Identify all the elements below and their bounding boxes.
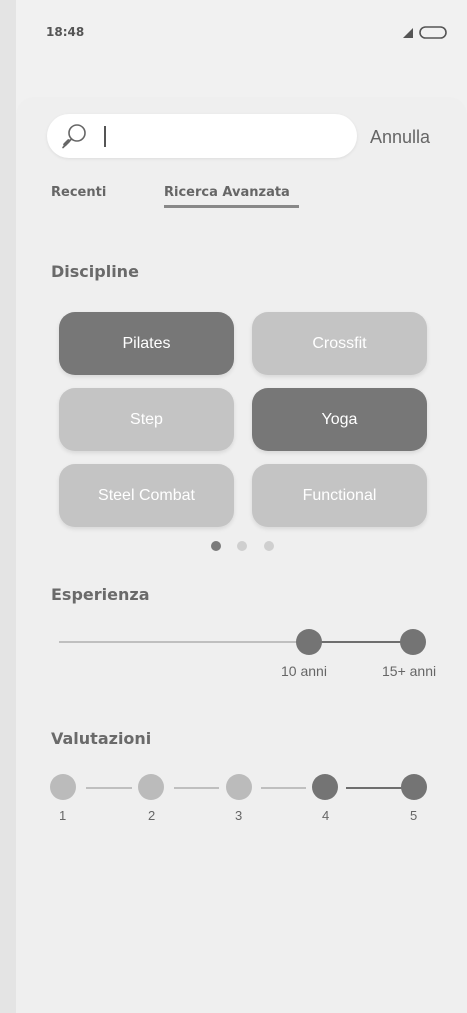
discipline-chip-functional[interactable]: Functional (252, 464, 427, 527)
rating-option-3[interactable] (226, 774, 252, 800)
experience-track (59, 641, 309, 643)
tab-advanced-search[interactable]: Ricerca Avanzata (164, 185, 290, 200)
rating-option-4[interactable] (312, 774, 338, 800)
ratings-title: Valutazioni (51, 729, 152, 748)
text-cursor (104, 126, 106, 147)
signal-battery-icon (403, 26, 447, 39)
discipline-chip-pilates[interactable]: Pilates (59, 312, 234, 375)
rating-connector-1-2 (86, 787, 132, 789)
experience-selected-range (309, 641, 413, 643)
experience-title: Esperienza (51, 585, 150, 604)
experience-max-handle[interactable] (400, 629, 426, 655)
page-dot-1[interactable] (211, 541, 221, 551)
discipline-chip-crossfit[interactable]: Crossfit (252, 312, 427, 375)
page-dot-3[interactable] (264, 541, 274, 551)
search-input[interactable] (47, 114, 357, 158)
experience-min-label: 10 anni (281, 663, 327, 679)
search-sheet: Annulla Recenti Ricerca Avanzata Discipl… (16, 97, 467, 1013)
experience-min-handle[interactable] (296, 629, 322, 655)
rating-option-1[interactable] (50, 774, 76, 800)
rating-label-1: 1 (59, 808, 67, 823)
rating-connector-2-3 (174, 787, 219, 789)
rating-label-3: 3 (235, 808, 243, 823)
page-dot-2[interactable] (237, 541, 247, 551)
discipline-chip-steel-combat[interactable]: Steel Combat (59, 464, 234, 527)
disciplines-title: Discipline (51, 262, 139, 281)
rating-connector-4-5 (346, 787, 402, 789)
status-time: 18:48 (46, 25, 85, 39)
rating-connector-3-4 (261, 787, 306, 789)
phone-screen: 18:48 Annulla Recenti Ricerca Avanzata D… (16, 0, 467, 1013)
rating-label-4: 4 (322, 808, 330, 823)
experience-max-label: 15+ anni (382, 663, 437, 679)
active-tab-indicator (164, 205, 299, 208)
discipline-chip-step[interactable]: Step (59, 388, 234, 451)
search-icon (62, 124, 86, 149)
discipline-chip-yoga[interactable]: Yoga (252, 388, 427, 451)
cancel-button[interactable]: Annulla (370, 127, 430, 148)
rating-option-2[interactable] (138, 774, 164, 800)
rating-option-5[interactable] (401, 774, 427, 800)
rating-label-2: 2 (148, 808, 156, 823)
rating-label-5: 5 (410, 808, 418, 823)
tab-recent[interactable]: Recenti (51, 185, 106, 200)
